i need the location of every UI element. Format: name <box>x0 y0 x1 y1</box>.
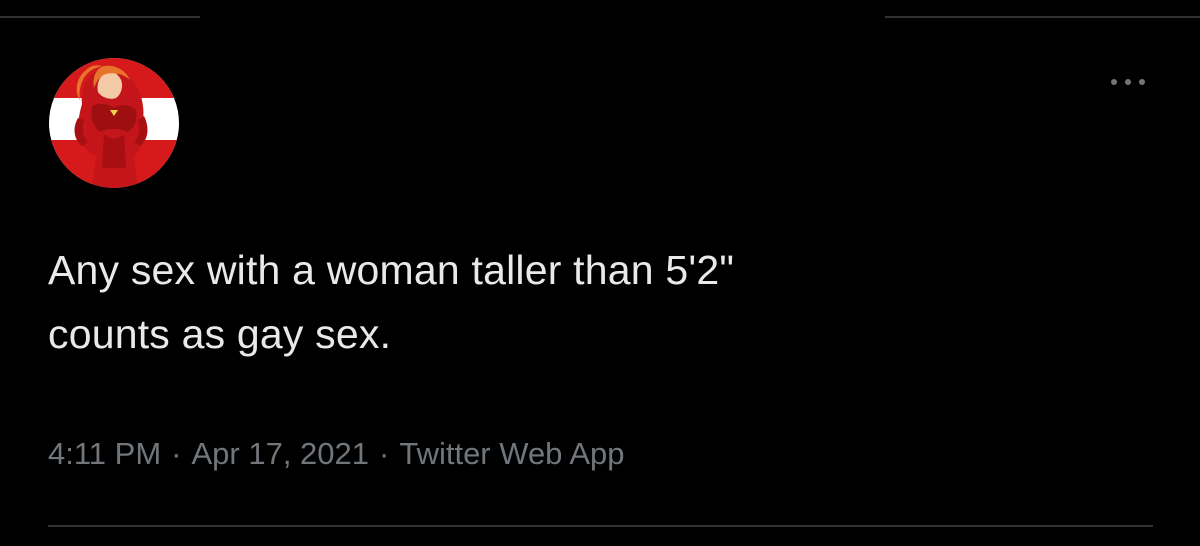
tweet-text-line: counts as gay sex. <box>48 311 392 357</box>
meta-separator: · <box>379 436 390 471</box>
bottom-divider <box>48 525 1153 527</box>
tweet-source[interactable]: Twitter Web App <box>399 436 624 471</box>
tweet-text: Any sex with a woman taller than 5'2" co… <box>48 238 1148 366</box>
tweet-metadata: 4:11 PM · Apr 17, 2021 · Twitter Web App <box>48 432 625 476</box>
top-divider-right <box>885 16 1200 18</box>
avatar[interactable] <box>48 58 180 188</box>
tweet-text-line: Any sex with a woman taller than 5'2" <box>48 247 735 293</box>
avatar-image <box>49 58 179 188</box>
more-horizontal-icon <box>1111 79 1145 85</box>
more-options-button[interactable] <box>1100 64 1156 100</box>
meta-separator: · <box>171 436 182 471</box>
tweet-time[interactable]: 4:11 PM <box>48 436 161 471</box>
tweet-date[interactable]: Apr 17, 2021 <box>191 436 369 471</box>
top-divider-left <box>0 16 200 18</box>
